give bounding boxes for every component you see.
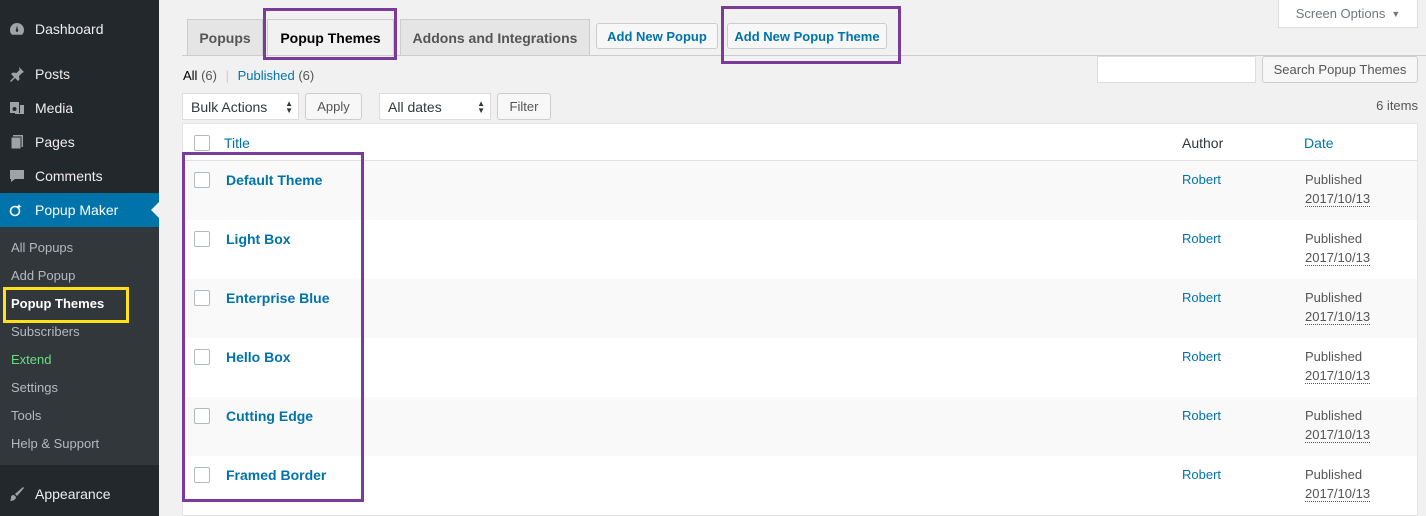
table-row: Hello Box Robert Published 2017/10/13 (183, 338, 1417, 397)
submenu-tools[interactable]: Tools (11, 407, 41, 425)
row-date: 2017/10/13 (1305, 250, 1371, 266)
view-all-count: (6) (201, 68, 217, 83)
screen-options-label: Screen Options (1295, 6, 1386, 21)
column-author: Author (1182, 135, 1224, 151)
table-row: Light Box Robert Published 2017/10/13 (183, 220, 1417, 279)
row-date: 2017/10/13 (1305, 486, 1371, 502)
menu-comments[interactable]: Comments (0, 159, 159, 193)
select-all-checkbox[interactable] (194, 135, 210, 151)
bulk-actions-value: Bulk Actions (191, 98, 268, 115)
row-date: 2017/10/13 (1305, 191, 1371, 207)
table-row: Framed Border Robert Published 2017/10/1… (183, 456, 1417, 515)
comment-icon (9, 168, 25, 184)
row-status: Published (1305, 467, 1363, 482)
pages-icon (9, 134, 25, 150)
date-filter-value: All dates (388, 98, 442, 115)
column-title[interactable]: Title (224, 135, 250, 151)
popup-maker-submenu: All Popups Add Popup Popup Themes Subscr… (0, 227, 159, 465)
select-arrows-icon: ▲ ▼ (477, 99, 485, 115)
items-count: 6 items (1376, 98, 1418, 113)
menu-label: Appearance (35, 486, 111, 502)
submenu-extend[interactable]: Extend (11, 351, 51, 369)
highlight-box (182, 152, 364, 502)
row-status: Published (1305, 349, 1363, 364)
row-status: Published (1305, 231, 1363, 246)
row-author-link[interactable]: Robert (1182, 231, 1221, 246)
view-all-link[interactable]: All (183, 68, 197, 83)
media-icon (9, 100, 25, 116)
popup-themes-table: Title Author Date Default Theme Robert P… (182, 123, 1418, 516)
filter-button[interactable]: Filter (497, 93, 551, 120)
paintbrush-icon (9, 486, 25, 502)
table-row: Enterprise Blue Robert Published 2017/10… (183, 279, 1417, 338)
menu-popup-maker[interactable]: Popup Maker (0, 193, 159, 227)
view-published-count: (6) (298, 68, 315, 83)
menu-dashboard[interactable]: Dashboard (0, 12, 159, 46)
view-filters: All (6) | Published (6) (183, 68, 314, 83)
highlight-box (3, 287, 129, 323)
row-date: 2017/10/13 (1305, 368, 1371, 384)
submenu-help-support[interactable]: Help & Support (11, 435, 99, 453)
view-published-link[interactable]: Published (238, 68, 295, 83)
menu-posts[interactable]: Posts (0, 57, 159, 91)
menu-label: Media (35, 100, 74, 116)
menu-label: Comments (35, 168, 103, 184)
select-arrows-icon: ▲ ▼ (285, 99, 293, 115)
row-author-link[interactable]: Robert (1182, 349, 1221, 364)
submenu-add-popup[interactable]: Add Popup (11, 267, 75, 285)
view-separator: | (225, 68, 229, 83)
menu-label: Dashboard (35, 21, 104, 37)
row-date: 2017/10/13 (1305, 427, 1371, 443)
search-popup-themes-button[interactable]: Search Popup Themes (1262, 56, 1418, 83)
menu-appearance[interactable]: Appearance (0, 477, 159, 511)
table-row: Cutting Edge Robert Published 2017/10/13 (183, 397, 1417, 456)
highlight-box (721, 6, 901, 64)
menu-label: Pages (35, 134, 75, 150)
row-date: 2017/10/13 (1305, 309, 1371, 325)
popup-maker-icon (9, 202, 25, 218)
pin-icon (9, 66, 25, 82)
menu-pages[interactable]: Pages (0, 125, 159, 159)
tab-popups[interactable]: Popups (187, 19, 263, 55)
dashboard-icon (9, 21, 25, 37)
row-status: Published (1305, 172, 1363, 187)
table-header: Title Author Date (183, 124, 1417, 161)
caret-down-icon: ▼ (1391, 8, 1401, 19)
submenu-subscribers[interactable]: Subscribers (11, 323, 80, 341)
table-row: Default Theme Robert Published 2017/10/1… (183, 161, 1417, 220)
admin-sidebar: Dashboard Posts Media Pages Comments Pop… (0, 0, 159, 516)
row-author-link[interactable]: Robert (1182, 408, 1221, 423)
row-author-link[interactable]: Robert (1182, 172, 1221, 187)
menu-label: Posts (35, 66, 71, 82)
submenu-settings[interactable]: Settings (11, 379, 58, 397)
apply-button[interactable]: Apply (305, 93, 362, 120)
highlight-box (263, 8, 397, 60)
submenu-all-popups[interactable]: All Popups (11, 239, 73, 257)
search-input[interactable] (1097, 56, 1256, 83)
tab-addons-integrations[interactable]: Addons and Integrations (400, 19, 590, 55)
row-author-link[interactable]: Robert (1182, 467, 1221, 482)
menu-label: Popup Maker (35, 202, 119, 218)
bulk-actions-select[interactable]: Bulk Actions ▲ ▼ (182, 93, 299, 120)
column-date[interactable]: Date (1304, 135, 1334, 151)
row-author-link[interactable]: Robert (1182, 290, 1221, 305)
row-status: Published (1305, 290, 1363, 305)
add-new-popup-button[interactable]: Add New Popup (596, 23, 718, 49)
menu-media[interactable]: Media (0, 91, 159, 125)
row-status: Published (1305, 408, 1363, 423)
date-filter-select[interactable]: All dates ▲ ▼ (379, 93, 491, 120)
screen-options-button[interactable]: Screen Options ▼ (1278, 0, 1418, 28)
